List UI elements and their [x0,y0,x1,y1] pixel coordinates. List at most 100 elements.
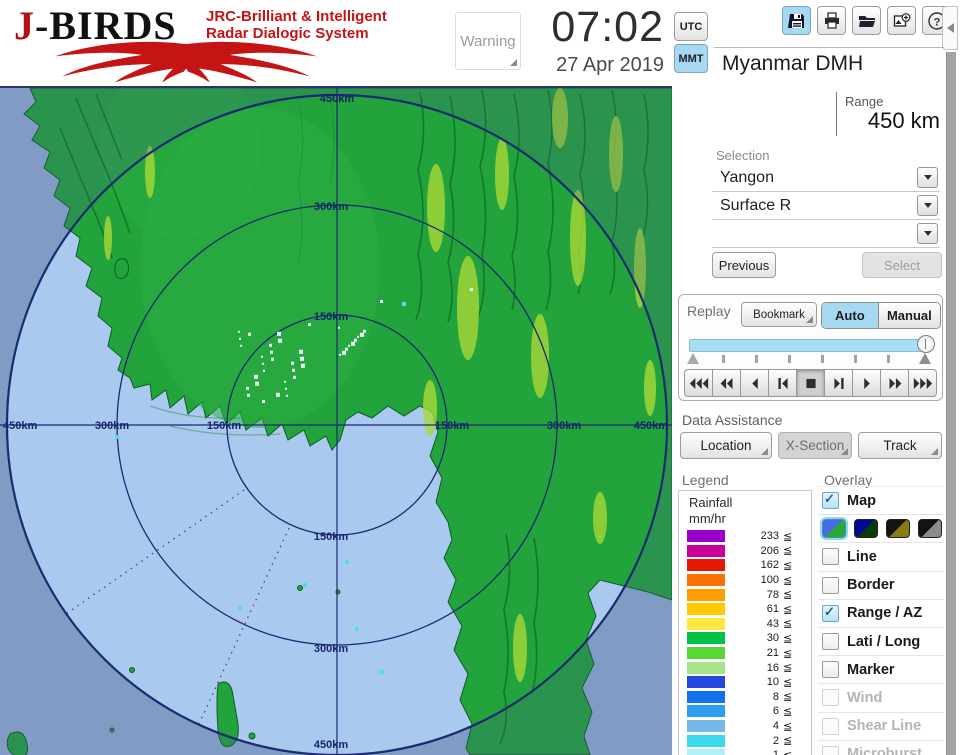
legend-entry: 1 ≦ [679,748,811,755]
mmt-button[interactable]: MMT [674,44,708,73]
checkbox[interactable] [822,604,839,622]
replay-slider-track[interactable] [689,339,925,352]
svg-text:450km: 450km [634,420,668,432]
dropdown-arrow-button[interactable] [917,223,938,244]
legend-color-swatch [687,632,725,645]
legend-value: 206 [760,544,779,557]
legend-value: 16 [766,661,779,674]
legend-value: 4 [772,720,779,733]
previous-button[interactable]: Previous [712,252,776,278]
fast-rewind-button[interactable] [684,369,713,397]
selection-dropdown-3[interactable] [712,220,940,248]
header-bar: J-BIRDS JRC-Brilliant & Intelligent Rada… [0,0,960,86]
checkbox[interactable] [822,491,839,510]
legend-entry: 2 ≦ [679,733,811,748]
legend-value: 1 [741,749,779,755]
dropdown-arrow-button[interactable] [917,167,938,188]
data-assistance-label: Data Assistance [682,412,783,428]
legend-color-swatch [687,676,725,689]
stop-icon [805,378,816,388]
replay-panel: Replay Bookmark Auto Manual [678,294,943,401]
replay-mode-switch: Auto Manual [821,302,941,329]
select-button[interactable]: Select [862,252,942,278]
x-section-button[interactable]: X-Section [778,432,852,459]
selection-dropdown-1[interactable]: Yangon [712,164,940,192]
playback-controls [684,369,937,397]
legend-entry: 4 ≦ [679,719,811,734]
step-forward-button[interactable] [824,369,853,397]
dropdown-arrow-button[interactable] [917,195,938,216]
replay-slider-handle[interactable] [917,335,935,353]
step-back-button[interactable] [768,369,797,397]
legend-value: 30 [766,632,779,645]
utc-button[interactable]: UTC [674,12,708,41]
print-button[interactable] [817,6,846,35]
map-style-swatch-2[interactable] [854,519,878,539]
track-button[interactable]: Track [858,432,942,459]
clock-time: 07:02 [551,3,664,51]
svg-text:?: ? [933,16,940,28]
checkbox[interactable] [822,576,839,594]
rewind-button[interactable] [712,369,741,397]
location-button[interactable]: Location [680,432,772,459]
overlay-item-range-az[interactable]: Range / AZ [818,600,944,628]
auto-button[interactable]: Auto [822,303,879,328]
overlay-item-label: Line [847,548,877,565]
overlay-list: Map Line Border Range / AZ Lati / Long M… [818,486,944,755]
radar-map[interactable]: 450km 300km 150km 150km 300km 450km 450km 300km… [0,86,672,755]
fast-forward-button[interactable] [880,369,909,397]
legend-unit-symbol: ≦ [783,632,793,645]
stop-button[interactable] [796,369,825,397]
legend-color-swatch [687,603,725,616]
legend-entry: 78 ≦ [679,587,811,602]
legend-value: 43 [766,617,779,630]
open-folder-button[interactable] [852,6,881,35]
selection-label: Selection [716,148,770,163]
map-style-swatch-4[interactable] [918,519,942,539]
overlay-item-label: Microburst [847,746,922,755]
legend-unit-symbol: ≦ [783,589,793,602]
station-name: Myanmar DMH [722,52,864,75]
overlay-item-map[interactable]: Map [818,486,944,516]
overlay-item-marker[interactable]: Marker [818,656,944,685]
legend-value: 100 [760,574,779,587]
clock: 07:02 27 Apr 2019 [508,2,664,78]
range-value: 450 km [867,108,940,133]
legend-unit-symbol: ≦ [783,691,793,704]
svg-text:150km: 150km [207,420,241,432]
fastest-forward-button[interactable] [908,369,937,397]
map-style-swatch-1[interactable] [822,519,846,539]
checkbox[interactable] [822,548,839,566]
save-button[interactable] [782,6,811,35]
legend-entry: 43 ≦ [679,617,811,632]
play-back-button[interactable] [740,369,769,397]
legend-color-swatch [687,544,725,557]
overlay-item-label: Border [847,577,895,594]
checkbox[interactable] [822,661,839,679]
legend-color-swatch [687,530,725,543]
play-button[interactable] [852,369,881,397]
chevron-down-icon [923,175,932,180]
fast-rewind-icon [689,377,708,389]
checkbox[interactable] [822,633,839,651]
svg-text:300km: 300km [95,420,129,432]
bookmark-button[interactable]: Bookmark [741,302,817,327]
overlay-item-border[interactable]: Border [818,572,944,600]
selection-dropdown-2[interactable]: Surface R [712,192,940,220]
manual-button[interactable]: Manual [878,303,940,328]
map-style-swatch-3[interactable] [886,519,910,539]
jbirds-application-window: J-BIRDS JRC-Brilliant & Intelligent Rada… [0,0,960,755]
control-panel: Range 450 km Selection Yangon Surface R … [672,86,960,755]
export-image-button[interactable] [887,6,916,35]
overlay-item-microburst: Microburst [818,741,944,755]
panel-collapse-button[interactable] [942,6,958,50]
overlay-item-lati-long[interactable]: Lati / Long [818,628,944,657]
panel-splitter[interactable] [946,52,956,755]
overlay-item-line[interactable]: Line [818,543,944,572]
legend-entry: 61 ≦ [679,602,811,617]
legend-color-swatch [687,588,725,601]
checkbox [822,689,839,707]
legend-entry: 8 ≦ [679,690,811,705]
legend-unit-symbol: ≦ [783,530,793,543]
svg-text:300km: 300km [314,201,348,213]
